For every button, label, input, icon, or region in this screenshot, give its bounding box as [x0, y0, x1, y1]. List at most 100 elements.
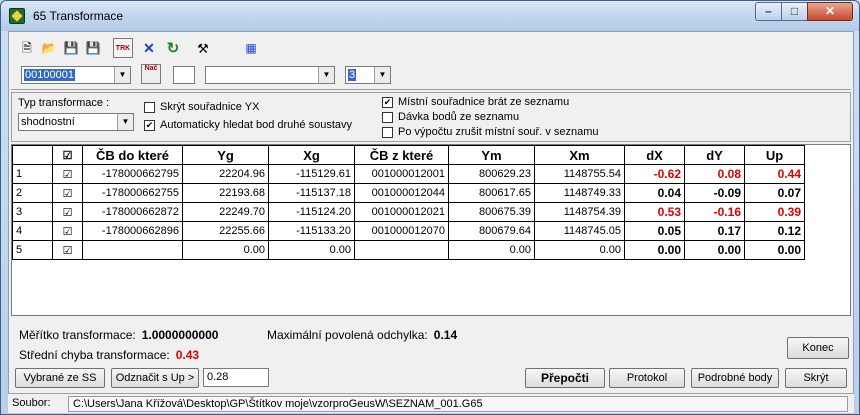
protokol-button[interactable]: Protokol	[609, 368, 685, 388]
xg-cell[interactable]: 0.00	[268, 240, 355, 260]
table-row[interactable]: 2 ☑ -178000662755 22193.68 -115137.18 0010000…	[12, 183, 805, 203]
xg-cell[interactable]: -115133.20	[268, 221, 355, 241]
xg-cell[interactable]: -115124.20	[268, 202, 355, 222]
row-checkbox[interactable]: ☑	[52, 183, 83, 203]
up-cell[interactable]: 0.39	[744, 202, 805, 222]
ym-cell[interactable]: 800679.64	[448, 221, 535, 241]
checkbox-icon[interactable]	[144, 101, 155, 113]
dy-cell[interactable]: 0.08	[684, 164, 745, 184]
konec-button[interactable]: Konec	[787, 337, 849, 359]
yg-cell[interactable]: 22193.68	[182, 183, 269, 203]
ym-cell[interactable]: 800617.65	[448, 183, 535, 203]
dx-cell[interactable]: -0.62	[624, 164, 685, 184]
davka-bodu-checkbox[interactable]: Dávka bodů ze seznamu	[382, 111, 519, 123]
chevron-down-icon[interactable]: ▼	[318, 67, 334, 83]
cb-do-cell[interactable]: -178000662896	[82, 221, 183, 241]
podrobne-body-button[interactable]: Podrobné body	[691, 368, 779, 388]
row-checkbox[interactable]: ☑	[52, 202, 83, 222]
ym-cell[interactable]: 0.00	[448, 240, 535, 260]
dx-cell[interactable]: 0.53	[624, 202, 685, 222]
cb-do-cell[interactable]	[82, 240, 183, 260]
trk-icon[interactable]: TRK	[113, 38, 133, 58]
save-disk-icon[interactable]: 💾	[61, 38, 81, 58]
chevron-down-icon[interactable]: ▼	[114, 67, 130, 83]
maximize-button[interactable]: □	[781, 2, 808, 21]
export-icon[interactable]: ▦	[241, 38, 261, 58]
number-combo[interactable]: 3 ▼	[345, 66, 391, 84]
up-cell[interactable]: 0.12	[744, 221, 805, 241]
delete-x-icon[interactable]: ✕	[139, 38, 159, 58]
cb-do-cell[interactable]: -178000662755	[82, 183, 183, 203]
col-header-rownum[interactable]	[12, 145, 53, 165]
up-cell[interactable]: 0.44	[744, 164, 805, 184]
skryt-button[interactable]: Skrýt	[785, 368, 847, 388]
col-header-up[interactable]: Up	[744, 145, 805, 165]
col-header-xg[interactable]: Xg	[268, 145, 355, 165]
row-checkbox[interactable]: ☑	[52, 240, 83, 260]
dy-cell[interactable]: -0.16	[684, 202, 745, 222]
row-number-cell[interactable]: 2	[12, 183, 53, 203]
xm-cell[interactable]: 1148754.39	[534, 202, 625, 222]
checkbox-icon[interactable]	[382, 111, 393, 123]
dy-cell[interactable]: -0.09	[684, 183, 745, 203]
table-row[interactable]: 4 ☑ -178000662896 22255.66 -115133.20 0010000…	[12, 221, 805, 241]
xg-cell[interactable]: -115129.61	[268, 164, 355, 184]
row-checkbox[interactable]: ☑	[52, 164, 83, 184]
cb-z-cell[interactable]: 001000012070	[354, 221, 449, 241]
vybrane-ze-ss-button[interactable]: Vybrané ze SS	[15, 368, 105, 388]
up-cell[interactable]: 0.00	[744, 240, 805, 260]
auto-hledat-checkbox[interactable]: ✔ Automaticky hledat bod druhé soustavy	[144, 119, 352, 131]
ym-cell[interactable]: 800629.23	[448, 164, 535, 184]
row-checkbox[interactable]: ☑	[52, 221, 83, 241]
col-header-cb-z[interactable]: ČB z které	[354, 145, 449, 165]
xm-cell[interactable]: 1148745.05	[534, 221, 625, 241]
col-header-check[interactable]: ☑	[52, 145, 83, 165]
nac-button[interactable]: Nač	[141, 64, 161, 84]
up-threshold-input[interactable]: 0.28	[203, 368, 269, 387]
xg-cell[interactable]: -115137.18	[268, 183, 355, 203]
title-bar[interactable]: 65 Transformace – □ ✕	[1, 1, 859, 31]
dy-cell[interactable]: 0.17	[684, 221, 745, 241]
close-button[interactable]: ✕	[807, 2, 853, 21]
point-number-combo[interactable]: 00100001 ▼	[21, 66, 131, 84]
row-number-cell[interactable]: 1	[12, 164, 53, 184]
skryt-souradnice-checkbox[interactable]: Skrýt souřadnice YX	[144, 101, 259, 113]
points-grid[interactable]: ☑ ČB do které Yg Xg ČB z které Ym Xm dX …	[11, 144, 851, 316]
dx-cell[interactable]: 0.00	[624, 240, 685, 260]
cb-z-cell[interactable]: 001000012001	[354, 164, 449, 184]
yg-cell[interactable]: 22204.96	[182, 164, 269, 184]
minimize-button[interactable]: –	[755, 2, 782, 21]
refresh-icon[interactable]: ↻	[163, 38, 183, 58]
xm-cell[interactable]: 1148755.54	[534, 164, 625, 184]
table-row[interactable]: 1 ☑ -178000662795 22204.96 -115129.61 0010000…	[12, 164, 805, 184]
col-header-cb-do[interactable]: ČB do které	[82, 145, 183, 165]
yg-cell[interactable]: 22255.66	[182, 221, 269, 241]
xm-cell[interactable]: 0.00	[534, 240, 625, 260]
dx-cell[interactable]: 0.05	[624, 221, 685, 241]
dy-cell[interactable]: 0.00	[684, 240, 745, 260]
up-cell[interactable]: 0.07	[744, 183, 805, 203]
table-row[interactable]: 5 ☑ 0.00 0.00 0.00 0.00 0.00 0.00 0.00	[12, 240, 805, 260]
yg-cell[interactable]: 22249.70	[182, 202, 269, 222]
ym-cell[interactable]: 800675.39	[448, 202, 535, 222]
checkbox-checked-icon[interactable]: ✔	[144, 119, 155, 131]
typ-transformace-select[interactable]: shodnostní ▼	[18, 113, 134, 131]
prepocti-button[interactable]: Přepočti	[525, 368, 605, 388]
new-document-icon[interactable]: 🗎	[17, 38, 37, 58]
mid-combo[interactable]: ▼	[205, 66, 335, 84]
cb-do-cell[interactable]: -178000662795	[82, 164, 183, 184]
cb-z-cell[interactable]: 001000012021	[354, 202, 449, 222]
small-input[interactable]	[173, 66, 195, 84]
checkbox-checked-icon[interactable]: ✔	[382, 96, 393, 108]
col-header-yg[interactable]: Yg	[182, 145, 269, 165]
chevron-down-icon[interactable]: ▼	[117, 114, 133, 130]
col-header-xm[interactable]: Xm	[534, 145, 625, 165]
col-header-dx[interactable]: dX	[624, 145, 685, 165]
open-folder-icon[interactable]: 📂	[39, 38, 59, 58]
tools-icon[interactable]: ⚒	[193, 38, 213, 58]
cb-do-cell[interactable]: -178000662872	[82, 202, 183, 222]
zrusit-souradnice-checkbox[interactable]: Po výpočtu zrušit místní souř. v seznamu	[382, 126, 599, 138]
row-number-cell[interactable]: 4	[12, 221, 53, 241]
chevron-down-icon[interactable]: ▼	[374, 67, 390, 83]
cb-z-cell[interactable]: 001000012044	[354, 183, 449, 203]
